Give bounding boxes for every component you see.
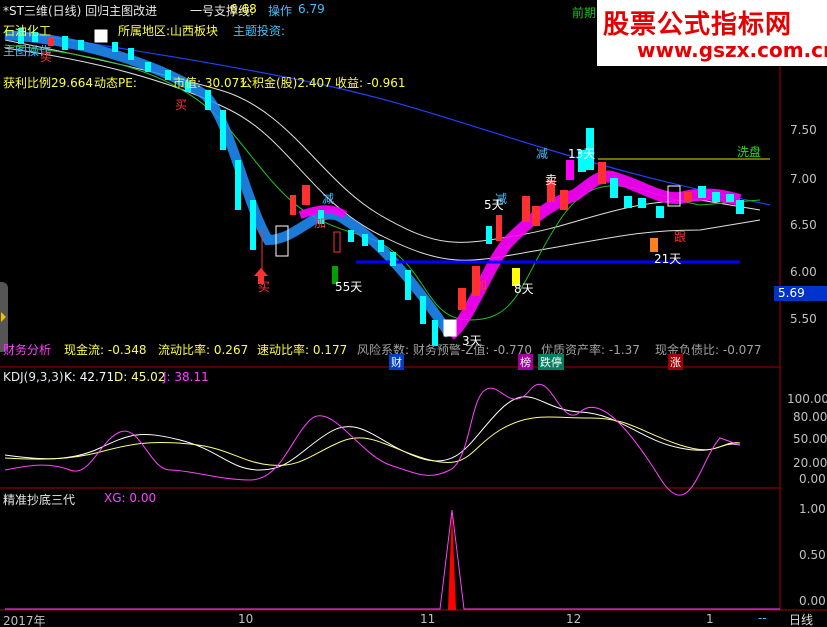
market-cap: 市值: 30.071: [173, 76, 247, 90]
xg-spike: [448, 510, 456, 610]
annot-mai1: 买: [40, 50, 53, 64]
annot-jia1: 加: [314, 216, 327, 230]
kdj-tick: 20.00: [793, 456, 827, 470]
annot-d5: 5天: [484, 198, 504, 212]
kdj-tick: 50.00: [793, 432, 827, 446]
chart-title: *ST三维(日线) 回归主图改进: [3, 4, 158, 18]
quick-ratio: 速动比率: 0.177: [257, 343, 348, 357]
event-badge-cai[interactable]: 财: [389, 354, 404, 370]
earnings: 收益: -0.961: [335, 76, 406, 90]
event-badge-bang[interactable]: 榜: [518, 354, 533, 370]
annot-jian1: 减: [322, 192, 335, 206]
annot-jian3: 减: [536, 147, 549, 161]
annot-xipan: 洗盘: [737, 145, 762, 159]
kdj-j-value: J: 38.11: [163, 370, 209, 384]
liquidity-ratio: 流动比率: 0.267: [158, 343, 249, 357]
support-value: 6.68: [230, 2, 257, 16]
annot-d21: 21天: [654, 252, 682, 266]
xg-tick: 0.50: [799, 548, 826, 562]
cash-flow: 现金流: -0.348: [64, 343, 147, 357]
kdj-title: KDJ(9,3,3): [3, 370, 64, 384]
price-tick: 6.00: [790, 265, 817, 279]
kdj-tick: 80.00: [793, 410, 827, 424]
op-label: 操作: [268, 4, 293, 18]
time-tick: 12: [566, 612, 582, 626]
xg-value: XG: 0.00: [104, 491, 157, 505]
event-badge-dieting[interactable]: 跌停: [538, 354, 564, 370]
time-tick: 1: [706, 612, 714, 626]
watermark-banner: 股票公式指标网 www.gszx.com.cn: [597, 0, 827, 66]
kdj-tick: 100.00: [787, 392, 827, 406]
annot-mai2: 买: [175, 98, 188, 112]
annot-jia2: 加: [475, 278, 488, 292]
xg-tick: 1.00: [799, 502, 826, 516]
expand-arrow-icon: [1, 312, 6, 322]
profit-ratio: 获利比例29.664: [3, 76, 93, 90]
industry-label: 石油化工: [3, 24, 52, 38]
scroll-dashes-button[interactable]: --: [758, 611, 767, 627]
finance-label: 财务分析: [3, 343, 52, 357]
watermark-title: 股票公式指标网: [603, 10, 793, 40]
annot-mai4: 卖: [545, 173, 558, 187]
kdj-k-value: K: 42.71: [64, 370, 115, 384]
region-label: 所属地区:山西板块: [118, 24, 219, 38]
kdj-tick: 0.00: [799, 472, 826, 486]
current-price-box: 5.69: [774, 286, 827, 301]
xg-tick: 0.00: [799, 594, 826, 608]
event-badge-zhang[interactable]: 涨: [668, 354, 683, 370]
annot-mai3: 买: [258, 280, 271, 294]
annot-d13: 13天: [568, 147, 596, 161]
reserve-fund: 公积金(股)2.407: [240, 76, 332, 90]
annot-gen: 跟: [674, 230, 687, 244]
time-tick: 11: [420, 612, 436, 626]
kdj-d-value: D: 45.02: [114, 370, 166, 384]
theme-label: 主题投资:: [233, 24, 286, 38]
kdj-k-line: [4, 396, 741, 471]
xg-title: 精准抄底三代: [3, 493, 76, 507]
watermark-url: www.gszx.com.cn: [637, 38, 827, 62]
period-button[interactable]: 日线: [789, 611, 813, 627]
price-tick: 5.50: [790, 312, 817, 326]
price-tick: 7.00: [790, 172, 817, 186]
xg-line: [5, 509, 780, 610]
dynamic-pe: 动态PE:: [94, 76, 137, 90]
risk-label: 风险系数: 财务预警-Z值: -0.770: [357, 343, 532, 357]
op-value: 6.79: [298, 2, 325, 16]
annot-d55: 55天: [335, 280, 363, 294]
annot-d8: 8天: [514, 282, 534, 296]
price-tick: 7.50: [790, 123, 817, 137]
time-tick: 10: [238, 612, 254, 626]
time-tick: 2017年: [3, 614, 46, 627]
price-tick: 6.50: [790, 218, 817, 232]
main-price-chart[interactable]: [0, 0, 827, 627]
